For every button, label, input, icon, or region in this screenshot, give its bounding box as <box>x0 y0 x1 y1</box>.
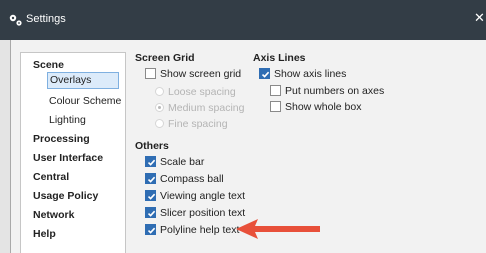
checkbox-box[interactable] <box>145 173 156 184</box>
checkbox-label: Scale bar <box>160 156 205 168</box>
checkbox-box[interactable] <box>145 156 156 167</box>
checkbox-box[interactable] <box>145 190 156 201</box>
check-icon <box>147 159 156 166</box>
left-border <box>0 40 11 253</box>
nav-item-help[interactable]: Help <box>33 227 56 241</box>
check-icon <box>147 193 156 200</box>
nav-item-lighting[interactable]: Lighting <box>49 113 86 127</box>
radio-button[interactable] <box>155 103 164 112</box>
check-icon <box>147 227 156 234</box>
checkbox-box[interactable] <box>145 68 156 79</box>
check-icon <box>261 71 270 78</box>
checkbox-label: Show whole box <box>285 101 362 113</box>
annotation-arrow-icon <box>236 219 320 239</box>
radio-label: Loose spacing <box>168 86 236 98</box>
checkbox-box[interactable] <box>259 68 270 79</box>
checkbox-label: Slicer position text <box>160 207 246 219</box>
nav-item-overlays[interactable]: Overlays <box>47 72 119 89</box>
nav-item-usage-policy[interactable]: Usage Policy <box>33 189 98 203</box>
screen-grid-title: Screen Grid <box>135 52 195 64</box>
nav-item-scene[interactable]: Scene <box>33 58 64 72</box>
close-icon[interactable]: ✕ <box>474 10 486 26</box>
check-icon <box>147 210 156 217</box>
window-title: Settings <box>26 13 66 25</box>
checkbox-box[interactable] <box>270 85 281 96</box>
nav-item-colour-scheme[interactable]: Colour Scheme <box>49 94 121 108</box>
checkbox-label: Show axis lines <box>274 68 347 80</box>
checkbox-label: Polyline help text <box>160 224 240 236</box>
checkbox-box[interactable] <box>145 224 156 235</box>
radio-label: Medium spacing <box>168 102 245 114</box>
nav-item-processing[interactable]: Processing <box>33 132 90 146</box>
nav-item-user-interface[interactable]: User Interface <box>33 151 103 165</box>
checkbox-label: Put numbers on axes <box>285 85 385 97</box>
checkbox-label: Compass ball <box>160 173 224 185</box>
check-icon <box>147 176 156 183</box>
nav-item-central[interactable]: Central <box>33 170 69 184</box>
checkbox-box[interactable] <box>145 207 156 218</box>
checkbox-label: Show screen grid <box>160 68 242 80</box>
radio-button[interactable] <box>155 119 164 128</box>
settings-app-icon <box>8 12 24 28</box>
others-title: Others <box>135 140 169 152</box>
settings-nav: Scene Overlays Colour Scheme Lighting Pr… <box>20 52 126 253</box>
checkbox-label: Viewing angle text <box>160 190 246 202</box>
title-bar: Settings ✕ <box>0 0 486 40</box>
radio-button[interactable] <box>155 87 164 96</box>
axis-lines-title: Axis Lines <box>253 52 306 64</box>
checkbox-box[interactable] <box>270 101 281 112</box>
radio-label: Fine spacing <box>168 118 228 130</box>
nav-item-network[interactable]: Network <box>33 208 74 222</box>
